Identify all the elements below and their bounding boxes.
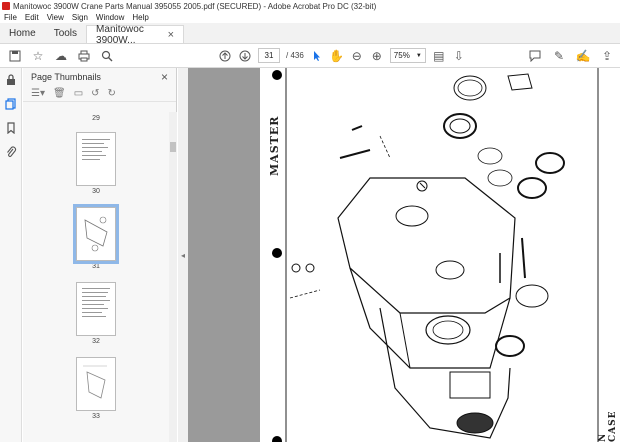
thumbnail-label: 30 — [92, 188, 100, 195]
lock-icon[interactable] — [0, 68, 22, 92]
menu-sign[interactable]: Sign — [72, 13, 88, 22]
save-icon[interactable] — [8, 49, 22, 63]
panel-title: Page Thumbnails — [31, 72, 101, 82]
zoom-level-value: 75% — [393, 51, 410, 60]
comment-icon[interactable] — [528, 49, 542, 63]
page-display-icon[interactable]: ▤ — [432, 49, 446, 63]
thumbnail-page[interactable] — [76, 132, 116, 186]
bookmarks-icon[interactable] — [0, 116, 22, 140]
acrobat-app-icon — [2, 2, 10, 10]
previous-page-icon[interactable] — [218, 49, 232, 63]
tab-document-label: Manitowoc 3900W... — [96, 23, 144, 46]
page-total: / 436 — [286, 51, 304, 60]
thumbnail-options-icon[interactable]: ☰▾ — [31, 88, 45, 99]
tab-tools[interactable]: Tools — [45, 23, 86, 43]
pdf-page: MASTER N CASE — [260, 68, 620, 442]
insert-page-icon[interactable]: ▭ — [74, 88, 83, 99]
document-view[interactable]: MASTER N CASE — [188, 68, 620, 442]
bookmark-star-icon[interactable]: ☆ — [31, 49, 45, 63]
share-icon[interactable]: ⇪ — [600, 49, 614, 63]
menu-window[interactable]: Window — [96, 13, 124, 22]
page-thumbnails-icon[interactable] — [0, 92, 22, 116]
menu-bar: File Edit View Sign Window Help — [0, 12, 620, 23]
rotate-left-icon[interactable]: ↺ — [91, 88, 99, 99]
panel-collapse-handle[interactable]: ◂ — [178, 68, 188, 442]
left-navigation-rail — [0, 68, 22, 442]
rotate-right-icon[interactable]: ↻ — [108, 88, 116, 99]
delete-page-icon[interactable]: 🗑 — [53, 88, 66, 99]
scrollbar-thumb[interactable] — [170, 142, 176, 152]
zoom-out-icon[interactable]: ⊖ — [350, 49, 364, 63]
thumbnail-page[interactable] — [76, 282, 116, 336]
thumbnail-label: 32 — [92, 338, 100, 345]
sign-icon[interactable]: ✍ — [576, 49, 591, 63]
window-title: Manitowoc 3900W Crane Parts Manual 39505… — [13, 1, 377, 11]
next-page-icon[interactable] — [238, 49, 252, 63]
thumbnail-page[interactable] — [76, 357, 116, 411]
cloud-upload-icon[interactable]: ☁ — [54, 49, 68, 63]
search-icon[interactable] — [100, 49, 114, 63]
thumbnail-list: 29 30 31 32 33 — [23, 112, 169, 442]
highlight-pen-icon[interactable]: ✎ — [552, 49, 566, 63]
toolbar: ☆ ☁ 31 / 436 ✋ ⊖ ⊕ 75% ▼ ▤ ⇩ ✎ ✍ ⇪ — [0, 44, 620, 68]
tab-home[interactable]: Home — [0, 23, 45, 43]
thumbnail-page-selected[interactable] — [73, 204, 119, 264]
panel-close-icon[interactable]: × — [161, 70, 168, 84]
thumbnail-label: 29 — [92, 115, 100, 122]
menu-file[interactable]: File — [4, 13, 17, 22]
page-thumbnails-panel: Page Thumbnails × ☰▾ 🗑 ▭ ↺ ↻ 29 30 31 32 — [23, 68, 177, 442]
tab-close-icon[interactable]: × — [168, 29, 174, 41]
select-cursor-icon[interactable] — [310, 49, 324, 63]
scroll-mode-icon[interactable]: ⇩ — [452, 49, 466, 63]
zoom-in-icon[interactable]: ⊕ — [370, 49, 384, 63]
hand-tool-icon[interactable]: ✋ — [329, 49, 344, 63]
chevron-down-icon: ▼ — [415, 52, 422, 59]
print-icon[interactable] — [77, 49, 91, 63]
menu-edit[interactable]: Edit — [25, 13, 39, 22]
attachments-icon[interactable] — [0, 140, 22, 164]
tab-bar: Home Tools Manitowoc 3900W... × — [0, 23, 620, 46]
page-number-input[interactable]: 31 — [258, 48, 280, 63]
tab-document[interactable]: Manitowoc 3900W... × — [86, 23, 185, 46]
chevron-left-icon: ◂ — [180, 250, 185, 260]
thumbnail-label: 33 — [92, 413, 100, 420]
title-bar: Manitowoc 3900W Crane Parts Manual 39505… — [0, 0, 620, 12]
menu-view[interactable]: View — [47, 13, 64, 22]
exploded-parts-drawing — [285, 68, 599, 442]
menu-help[interactable]: Help — [132, 13, 148, 22]
thumbnail-scrollbar[interactable] — [169, 112, 177, 442]
thumbnail-label: 31 — [92, 263, 100, 270]
zoom-level-select[interactable]: 75% ▼ — [389, 48, 426, 63]
